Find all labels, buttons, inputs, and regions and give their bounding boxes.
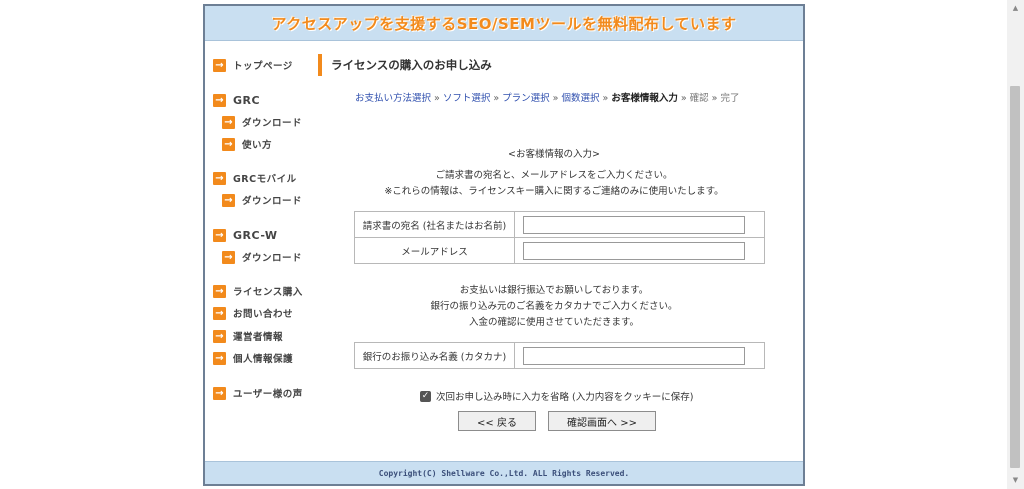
bank-name-input[interactable] (523, 346, 745, 365)
breadcrumb-separator: » (711, 93, 718, 104)
arrow-right-icon: → (213, 93, 226, 107)
sidebar-item-grc-download[interactable]: → ダウンロード (222, 115, 302, 129)
sidebar-item-grc[interactable]: → GRC (213, 93, 260, 107)
breadcrumb-separator: » (680, 93, 687, 104)
customer-notice: ※これらの情報は、ライセンスキー購入に関するご連絡のみに使用いたします。 (384, 186, 724, 197)
sidebar-item-label: ユーザー様の声 (233, 389, 303, 400)
sidebar-item-label: 運営者情報 (233, 332, 284, 343)
arrow-right-icon: → (213, 284, 226, 298)
sidebar-item-label: 個人情報保護 (233, 354, 294, 365)
remember-label: 次回お申し込み時に入力を省略 (入力内容をクッキーに保存) (436, 392, 694, 403)
sidebar-item-label: お問い合わせ (233, 309, 294, 320)
sidebar-item-label: ダウンロード (242, 118, 303, 129)
customer-info-table: 請求書の宛名 (社名またはお名前) メールアドレス (354, 211, 765, 264)
invoice-name-label: 請求書の宛名 (社名またはお名前) (354, 211, 515, 238)
arrow-right-icon: → (222, 137, 235, 151)
breadcrumb-confirm: 確認 (689, 93, 709, 104)
breadcrumb-complete: 完了 (720, 93, 740, 104)
page-title-text: ライセンスの購入のお申し込み (331, 58, 492, 72)
sidebar-item-grc-mobile-download[interactable]: → ダウンロード (222, 193, 302, 207)
breadcrumb-separator: » (602, 93, 609, 104)
arrow-right-icon: → (213, 228, 226, 242)
sidebar-item-license-purchase[interactable]: → ライセンス購入 (213, 284, 303, 298)
sidebar-item-grc-usage[interactable]: → 使い方 (222, 137, 272, 151)
breadcrumb-quantity[interactable]: 個数選択 (561, 93, 599, 104)
page-frame: アクセスアップを支援するSEO/SEMツールを無料配布しています → トップペー… (203, 4, 805, 486)
invoice-name-input[interactable] (523, 215, 745, 234)
email-cell (514, 237, 765, 264)
scrollbar-thumb[interactable] (1010, 86, 1020, 468)
table-row: メールアドレス (354, 237, 765, 264)
back-button[interactable]: << 戻る (458, 411, 536, 431)
arrow-right-icon: → (222, 193, 235, 207)
breadcrumb-payment-method[interactable]: お支払い方法選択 (355, 93, 431, 104)
sidebar-item-operator-info[interactable]: → 運営者情報 (213, 329, 283, 343)
arrow-right-icon: → (222, 250, 235, 264)
copyright-text: Copyright(C) Shellware Co.,Ltd. ALL Righ… (378, 468, 630, 478)
sidebar-item-grc-mobile[interactable]: → GRCモバイル (213, 171, 297, 185)
sidebar-item-privacy[interactable]: → 個人情報保護 (213, 351, 293, 365)
sidebar-item-label: GRC (233, 93, 261, 107)
sidebar-item-user-voice[interactable]: → ユーザー様の声 (213, 386, 303, 400)
sidebar-item-grc-w-download[interactable]: → ダウンロード (222, 250, 302, 264)
sidebar-item-label: ダウンロード (242, 196, 303, 207)
table-row: 銀行のお振り込み名義 (カタカナ) (354, 342, 765, 369)
vertical-scrollbar[interactable]: ▲ ▼ (1007, 0, 1024, 489)
arrow-right-icon: → (213, 306, 226, 320)
customer-instructions: ご請求書の宛名と、メールアドレスをご入力ください。 (435, 170, 673, 181)
bank-name-label: 銀行のお振り込み名義 (カタカナ) (354, 342, 515, 369)
sidebar-item-label: ダウンロード (242, 253, 303, 264)
breadcrumb-plan[interactable]: プラン選択 (502, 93, 550, 104)
remember-option[interactable]: ✓ 次回お申し込み時に入力を省略 (入力内容をクッキーに保存) (420, 389, 693, 403)
arrow-right-icon: → (213, 329, 226, 343)
bank-info-table: 銀行のお振り込み名義 (カタカナ) (354, 342, 765, 369)
sidebar-item-label: GRCモバイル (233, 174, 297, 185)
table-row: 請求書の宛名 (社名またはお名前) (354, 211, 765, 238)
site-banner: アクセスアップを支援するSEO/SEMツールを無料配布しています (205, 6, 803, 41)
page-title: ライセンスの購入のお申し込み (318, 54, 492, 76)
arrow-right-icon: → (213, 351, 226, 365)
sidebar-item-label: 使い方 (242, 140, 273, 151)
breadcrumb-customer-info: お客様情報入力 (611, 93, 678, 104)
sidebar-item-label: トップページ (233, 61, 293, 72)
site-footer: Copyright(C) Shellware Co.,Ltd. ALL Righ… (205, 461, 803, 484)
bank-name-cell (514, 342, 765, 369)
sidebar-item-top-page[interactable]: → トップページ (213, 58, 293, 72)
sidebar-item-contact[interactable]: → お問い合わせ (213, 306, 293, 320)
breadcrumb: お支払い方法選択» ソフト選択» プラン選択» 個数選択» お客様情報入力» 確認» 完了 (355, 90, 739, 104)
remember-checkbox[interactable]: ✓ (420, 390, 431, 402)
payment-info-line3: 入金の確認に使用させていただきます。 (468, 317, 640, 328)
sidebar-item-label: GRC-W (233, 228, 278, 242)
confirm-button[interactable]: 確認画面へ >> (548, 411, 656, 431)
breadcrumb-separator: » (552, 93, 559, 104)
breadcrumb-separator: » (493, 93, 500, 104)
breadcrumb-separator: » (434, 93, 440, 104)
banner-text: アクセスアップを支援するSEO/SEMツールを無料配布しています (271, 14, 737, 33)
sidebar-item-label: ライセンス購入 (233, 287, 303, 298)
scroll-down-icon[interactable]: ▼ (1011, 476, 1020, 485)
arrow-right-icon: → (213, 171, 226, 185)
email-input[interactable] (523, 241, 745, 260)
scroll-up-icon[interactable]: ▲ (1011, 4, 1020, 13)
arrow-right-icon: → (213, 58, 226, 72)
arrow-right-icon: → (213, 386, 226, 400)
sidebar-item-grc-w[interactable]: → GRC-W (213, 228, 278, 242)
email-label: メールアドレス (354, 237, 515, 264)
customer-section-title: <お客様情報の入力> (508, 149, 600, 160)
breadcrumb-software[interactable]: ソフト選択 (443, 93, 491, 104)
payment-info-line1: お支払いは銀行振込でお願いしております。 (459, 285, 649, 296)
arrow-right-icon: → (222, 115, 235, 129)
payment-info-line2: 銀行の振り込み元のご名義をカタカナでご入力ください。 (430, 301, 678, 312)
invoice-name-cell (514, 211, 765, 238)
